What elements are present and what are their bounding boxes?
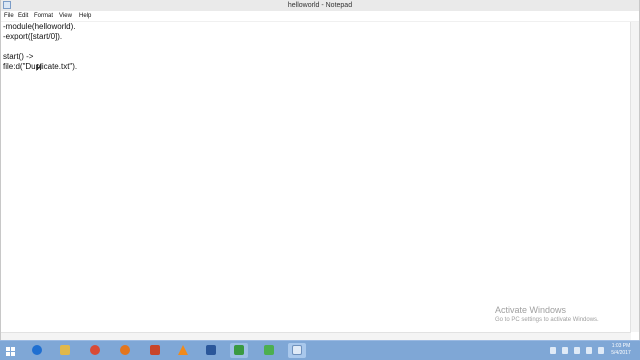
menu-bar: File Edit Format View Help (1, 11, 639, 22)
menu-format[interactable]: Format (34, 11, 53, 21)
windows-logo-icon (6, 347, 16, 357)
code-line: -export([start/0]). (3, 32, 63, 41)
watermark-subtitle: Go to PC settings to activate Windows. (495, 317, 599, 323)
taskbar-app-0[interactable] (28, 343, 46, 358)
menu-file[interactable]: File (4, 11, 14, 21)
vertical-scrollbar[interactable] (630, 22, 639, 332)
taskbar-app-5[interactable] (174, 343, 192, 358)
taskbar-app-3[interactable] (116, 343, 134, 358)
chrome-icon (90, 345, 100, 355)
taskbar-app-8[interactable] (260, 343, 278, 358)
taskbar-app-1[interactable] (56, 343, 74, 358)
menu-edit[interactable]: Edit (18, 11, 28, 21)
show-hidden-icons-icon[interactable] (550, 347, 556, 354)
taskbar-clock[interactable]: 1:03 PM 5/4/2017 (608, 343, 634, 357)
word-icon (206, 345, 216, 355)
system-tray (548, 347, 608, 355)
taskbar-app-9[interactable] (288, 343, 306, 358)
internet-explorer-icon (32, 345, 42, 355)
code-line: -module(helloworld). (3, 22, 76, 31)
taskbar-app-6[interactable] (202, 343, 220, 358)
taskbar: 1:03 PM 5/4/2017 (0, 340, 640, 360)
start-button[interactable] (2, 343, 20, 358)
camtasia-recorder-icon (264, 345, 274, 355)
title-bar[interactable]: helloworld - Notepad (1, 0, 639, 11)
watermark-title: Activate Windows (495, 305, 567, 315)
battery-icon[interactable] (598, 347, 604, 354)
text-cursor-icon (37, 64, 41, 70)
notepad-window: helloworld - Notepad File Edit Format Vi… (0, 0, 640, 341)
menu-view[interactable]: View (59, 11, 72, 21)
clock-date: 5/4/2017 (611, 350, 631, 356)
camtasia-icon (234, 345, 244, 355)
code-line: start() -> (3, 52, 34, 61)
taskbar-app-7[interactable] (230, 343, 248, 358)
clock-time: 1:03 PM (611, 343, 631, 349)
powerpoint-icon (150, 345, 160, 355)
taskbar-app-2[interactable] (86, 343, 104, 358)
file-explorer-icon (60, 345, 70, 355)
code-line: file:d("Duplicate.txt"). (3, 62, 78, 71)
activate-windows-watermark: Activate Windows Go to PC settings to ac… (495, 305, 599, 325)
notepad-icon (292, 345, 302, 355)
flag-icon[interactable] (562, 347, 568, 354)
firefox-icon (120, 345, 130, 355)
text-editor[interactable]: -module(helloworld). -export([start/0]).… (3, 22, 623, 328)
network-icon[interactable] (574, 347, 580, 354)
vlc-icon (178, 345, 188, 355)
window-title: helloworld - Notepad (287, 2, 353, 9)
taskbar-app-4[interactable] (146, 343, 164, 358)
volume-icon[interactable] (586, 347, 592, 354)
menu-help[interactable]: Help (79, 11, 91, 21)
